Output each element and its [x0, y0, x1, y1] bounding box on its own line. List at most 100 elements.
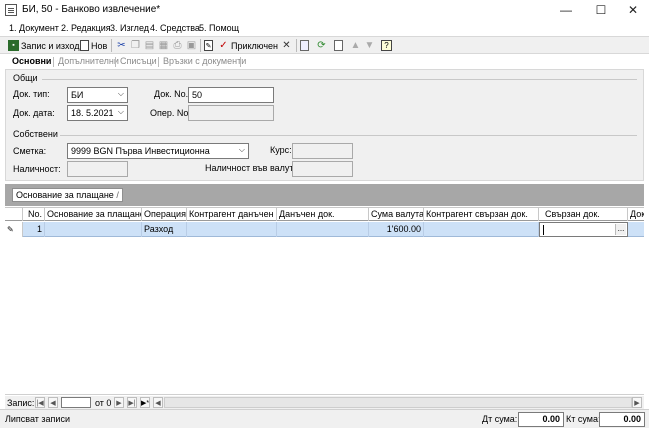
debit-sum-label: Дт сума:	[482, 414, 518, 424]
ellipsis-button[interactable]: ...	[615, 224, 626, 235]
preview-button[interactable]: ▣	[186, 38, 197, 53]
chevron-down-icon[interactable]: ⌵	[118, 89, 124, 99]
record-count: от 0	[95, 398, 112, 408]
chevron-left-icon: ◀	[155, 400, 161, 407]
column-header-linked-doc[interactable]: Свързан док.	[539, 208, 628, 221]
rate-label: Курс:	[270, 145, 292, 155]
column-header-doc[interactable]: Док	[628, 208, 644, 221]
move-up-button[interactable]: ▲	[350, 38, 361, 53]
cut-button[interactable]: ✂	[116, 38, 127, 53]
column-header-basis[interactable]: Основание за плащане /	[45, 208, 142, 221]
finished-button[interactable]: ✓ Приключен	[218, 38, 278, 53]
account-combo[interactable]: 9999 BGN Първа Инвестиционна ⌵	[67, 143, 249, 159]
edit-document-button[interactable]: ✎	[204, 38, 213, 53]
chevron-down-icon[interactable]: ⌵	[239, 145, 245, 155]
group-own-line	[60, 135, 637, 136]
previous-icon: ◀	[50, 400, 56, 407]
chevron-down-icon[interactable]: ⌵	[118, 107, 124, 117]
save-icon: ▪	[8, 40, 19, 51]
app-icon	[5, 4, 17, 16]
scroll-left-button[interactable]: ◀	[153, 397, 163, 408]
checkmark-icon: ✓	[219, 40, 228, 51]
new-record-button[interactable]: ▶*	[140, 397, 150, 408]
toolbar-separator	[296, 39, 297, 52]
tab-document-links[interactable]: Връзки с документи	[163, 56, 246, 66]
blank-document-button[interactable]	[334, 38, 343, 53]
cell-doc[interactable]	[628, 222, 644, 237]
move-down-button[interactable]: ▼	[364, 38, 375, 53]
linked-doc-editor[interactable]: ...	[539, 222, 628, 237]
next-record-button[interactable]: ▶	[114, 397, 124, 408]
column-header-counterparty-linked[interactable]: Контрагент свързан док.	[424, 208, 539, 221]
edit-document-icon: ✎	[204, 40, 213, 51]
menu-help[interactable]: 5. Помощ	[199, 23, 239, 33]
arrow-up-icon: ▲	[350, 40, 361, 51]
sort-indicator-icon: /	[116, 190, 119, 200]
group-general-line	[42, 79, 637, 80]
status-bar: Липсват записи Дт сума: 0.00 Кт сума: 0.…	[0, 409, 649, 428]
cell-amount[interactable]: 1'600.00	[369, 222, 424, 237]
window-title: БИ, 50 - Банково извлечение*	[22, 4, 161, 15]
cell-counterparty-tax[interactable]	[187, 222, 277, 237]
tab-bar: Основни Допълнителни Списъци Връзки с до…	[0, 55, 649, 69]
doc-type-combo[interactable]: БИ ⌵	[67, 87, 128, 103]
table-row[interactable]: ✎ 1 Разход 1'600.00 ...	[5, 222, 644, 237]
doc-no-field[interactable]: 50	[188, 87, 274, 103]
tab-main[interactable]: Основни	[12, 56, 51, 66]
column-header-amount[interactable]: Сума валута	[369, 208, 424, 221]
horizontal-scrollbar[interactable]	[164, 397, 632, 408]
record-number-input[interactable]	[61, 397, 91, 408]
status-message: Липсват записи	[5, 414, 70, 424]
column-header-no[interactable]: No.	[23, 208, 45, 221]
minimize-button[interactable]: —	[550, 0, 582, 20]
column-header-counterparty-tax[interactable]: Контрагент данъчен д...	[187, 208, 277, 221]
refresh-button[interactable]: ⟳	[316, 38, 327, 53]
doc-date-value: 18. 5.2021	[71, 108, 114, 118]
availability-currency-label: Наличност във валута:	[205, 163, 301, 173]
cell-operation[interactable]: Разход	[142, 222, 187, 237]
cell-no[interactable]: 1	[23, 222, 45, 237]
column-header-tax-doc[interactable]: Данъчен док.	[277, 208, 369, 221]
tab-additional[interactable]: Допълнителни	[58, 56, 119, 66]
menu-document[interactable]: 1. Документ	[9, 23, 59, 33]
paste-special-button[interactable]: ▦	[158, 38, 169, 53]
group-by-chip[interactable]: Основание за плащане /	[12, 188, 123, 202]
group-general-title: Общи	[13, 73, 38, 83]
last-record-button[interactable]: ▶|	[127, 397, 137, 408]
save-and-exit-button[interactable]: ▪ Запис и изход	[8, 38, 79, 53]
row-indicator: ✎	[5, 222, 23, 237]
doc-date-picker[interactable]: 18. 5.2021 ⌵	[67, 105, 128, 121]
text-cursor	[543, 224, 544, 235]
attach-button[interactable]	[300, 38, 309, 53]
close-button[interactable]: ✕	[617, 0, 649, 20]
menu-edit[interactable]: 2. Редакция	[61, 23, 111, 33]
cell-counterparty-linked[interactable]	[424, 222, 539, 237]
previous-record-button[interactable]: ◀	[48, 397, 58, 408]
credit-sum-label: Кт сума:	[566, 414, 601, 424]
scroll-right-button[interactable]: ▶	[632, 397, 642, 408]
maximize-button[interactable]: ☐	[585, 0, 617, 20]
cell-tax-doc[interactable]	[277, 222, 369, 237]
record-label: Запис:	[7, 398, 35, 408]
help-button[interactable]: ?	[381, 38, 392, 53]
copy-button[interactable]: ❐	[130, 38, 141, 53]
cell-basis[interactable]	[45, 222, 142, 237]
tab-separator	[115, 57, 116, 67]
tab-lists[interactable]: Списъци	[120, 56, 157, 66]
toolbar: ▪ Запис и изход Нов ✂ ❐ ▤ ▦ ⎙ ▣ ✎ ✓ Прик…	[0, 36, 649, 54]
print-button[interactable]: ⎙	[172, 38, 183, 53]
new-button[interactable]: Нов	[80, 38, 107, 53]
menu-tools[interactable]: 4. Средства	[150, 23, 200, 33]
grid-body[interactable]	[5, 237, 644, 395]
column-header-operation[interactable]: Операция	[142, 208, 187, 221]
grid-group-panel: Основание за плащане /	[5, 184, 644, 206]
tab-separator	[240, 57, 241, 67]
attachment-icon	[300, 40, 309, 51]
menu-view[interactable]: 3. Изглед	[110, 23, 149, 33]
doc-type-value: БИ	[71, 90, 84, 100]
next-icon: ▶	[116, 400, 122, 407]
cancel-button[interactable]: ✕	[281, 38, 292, 53]
paste-button[interactable]: ▤	[144, 38, 155, 53]
first-record-button[interactable]: |◀	[35, 397, 45, 408]
last-icon: ▶|	[128, 400, 136, 407]
